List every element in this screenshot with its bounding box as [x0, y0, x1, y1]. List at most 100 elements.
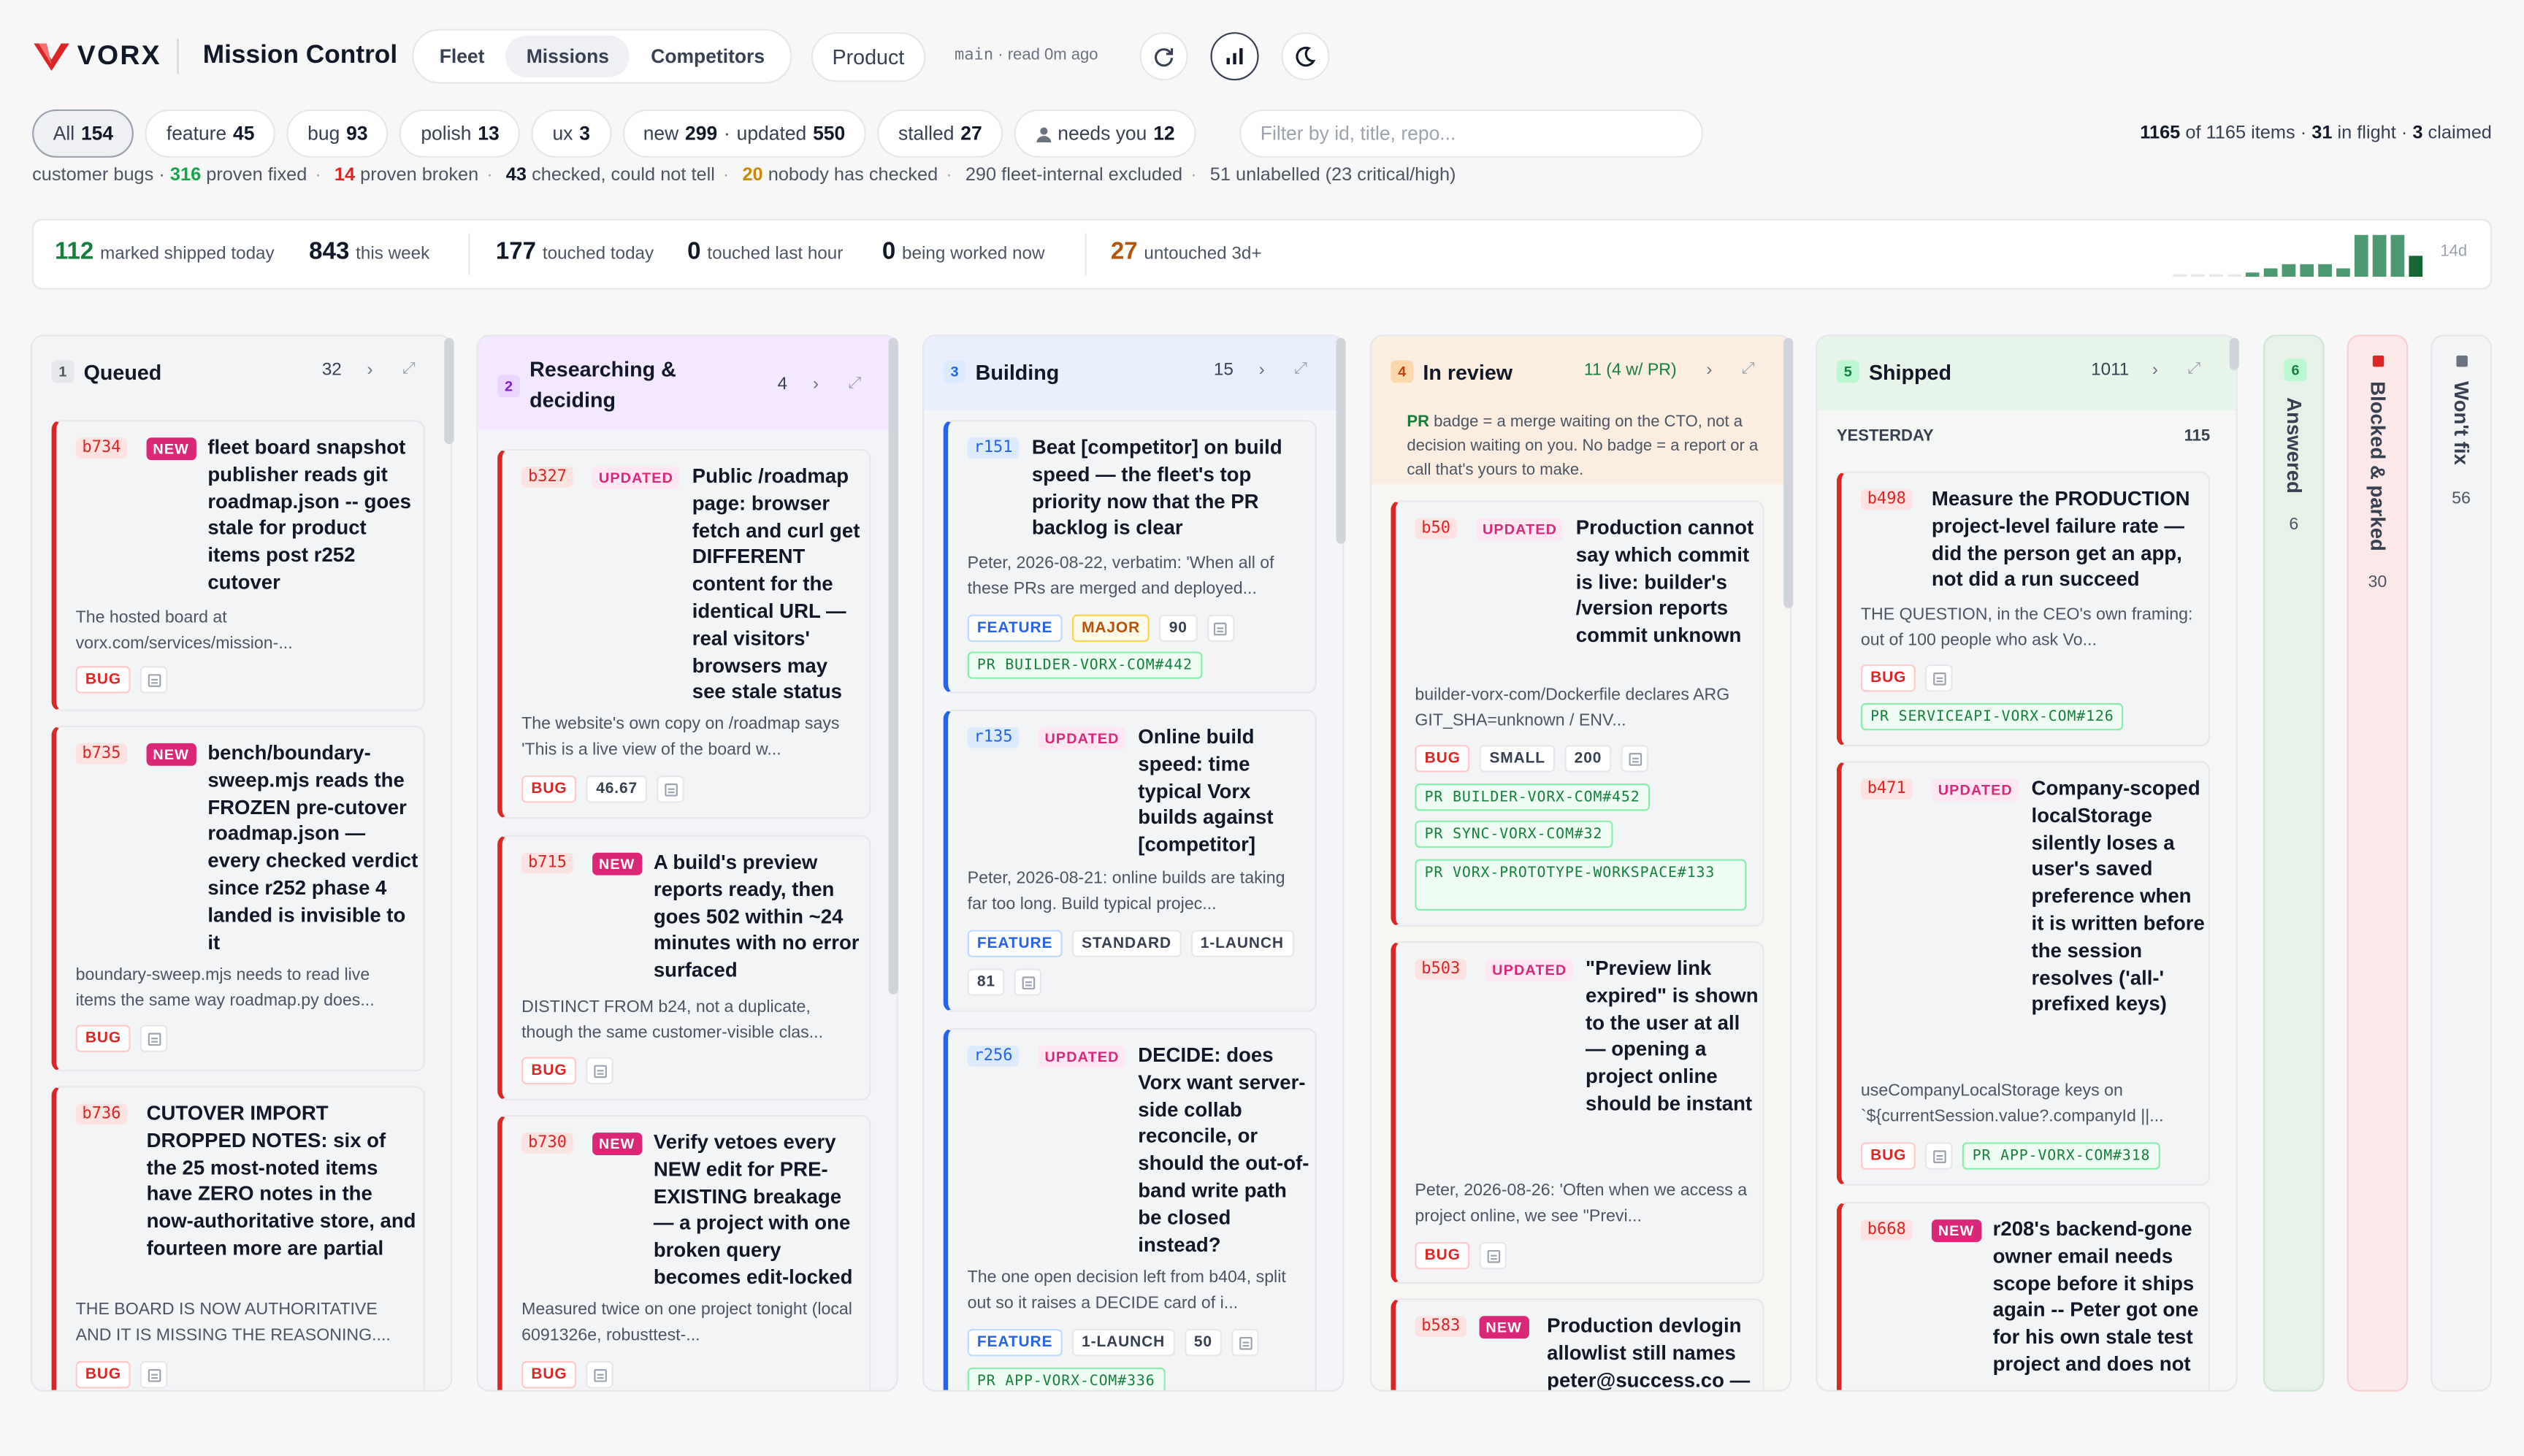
- chevron-right-icon[interactable]: ›: [1259, 361, 1265, 380]
- checked-count[interactable]: 43: [506, 166, 527, 185]
- column-scrollbar[interactable]: [1336, 337, 1346, 544]
- stat-value: 0: [882, 238, 896, 266]
- notes-icon[interactable]: [1014, 968, 1042, 996]
- column-header[interactable]: 5 Shipped 1011 › ⤢: [1817, 336, 2236, 410]
- proven-fixed-count[interactable]: 316: [170, 166, 201, 185]
- pr-badge[interactable]: PR BUILDER-VORX-COM#442: [967, 651, 1203, 679]
- notes-icon[interactable]: [140, 1024, 168, 1052]
- expand-icon[interactable]: ⤢: [2187, 361, 2200, 378]
- card-b668[interactable]: b668 NEW r208's backend-gone owner email…: [1836, 1201, 2211, 1390]
- chevron-right-icon[interactable]: ›: [1706, 361, 1712, 380]
- column-scrollbar[interactable]: [2229, 337, 2239, 370]
- column-scrollbar[interactable]: [1783, 337, 1794, 608]
- filter-all[interactable]: All 154: [32, 109, 134, 158]
- card-title: A build's preview reports ready, then go…: [653, 851, 860, 982]
- expand-icon[interactable]: ⤢: [1742, 361, 1755, 378]
- column-scrollbar[interactable]: [444, 337, 454, 445]
- shown-count: 1165: [2140, 123, 2181, 144]
- column-scrollbar[interactable]: [888, 337, 898, 995]
- unlabelled-label[interactable]: 51 unlabelled (23 critical/high): [1210, 166, 1456, 185]
- card-description: THE BOARD IS NOW AUTHORITATIVE AND IT IS…: [75, 1300, 391, 1345]
- chevron-right-icon[interactable]: ›: [2152, 361, 2158, 380]
- notes-icon[interactable]: [1621, 745, 1649, 773]
- product-selector-button[interactable]: Product: [811, 32, 925, 83]
- column-answered[interactable]: 6 Answered 6: [2263, 334, 2325, 1392]
- card-b735[interactable]: b735 NEW bench/boundary-sweep.mjs reads …: [51, 725, 425, 1072]
- card-b730[interactable]: b730 NEW Verify vetoes every NEW edit fo…: [497, 1114, 871, 1390]
- notes-icon[interactable]: [586, 1057, 614, 1085]
- card-b503[interactable]: b503 UPDATED "Preview link expired" is s…: [1391, 940, 1764, 1284]
- chevron-right-icon[interactable]: ›: [813, 375, 819, 394]
- card-r151[interactable]: r151 Beat [competitor] on build speed — …: [943, 420, 1317, 694]
- notes-icon[interactable]: [1925, 664, 1954, 692]
- expand-icon[interactable]: ⤢: [1294, 361, 1307, 378]
- filter-label: All: [53, 122, 75, 145]
- expand-icon[interactable]: ⤢: [849, 375, 862, 392]
- card-r256[interactable]: r256 UPDATED DECIDE: does Vorx want serv…: [943, 1027, 1317, 1390]
- theme-toggle-button[interactable]: [1281, 32, 1330, 81]
- filter-search-input[interactable]: [1239, 109, 1703, 158]
- column-header[interactable]: 3 Building 15 › ⤢: [924, 336, 1343, 410]
- pr-badge[interactable]: PR VORX-PROTOTYPE-WORKSPACE#133: [1415, 859, 1747, 911]
- card-b471[interactable]: b471 UPDATED Company-scoped localStorage…: [1836, 761, 2211, 1186]
- notes-icon[interactable]: [140, 666, 168, 694]
- filter-ux[interactable]: ux 3: [531, 109, 611, 158]
- card-id: b50: [1415, 518, 1457, 540]
- card-r135[interactable]: r135 UPDATED Online build speed: time ty…: [943, 709, 1317, 1012]
- card-b736[interactable]: b736 CUTOVER IMPORT DROPPED NOTES: six o…: [51, 1086, 425, 1390]
- pr-badge[interactable]: PR APP-VORX-COM#336: [967, 1367, 1165, 1390]
- column-blocked-parked[interactable]: Blocked & parked 30: [2347, 334, 2409, 1392]
- column-header[interactable]: 4 In review 11 (4 w/ PR) › ⤢ PR badge = …: [1371, 336, 1790, 485]
- filter-polish[interactable]: polish 13: [399, 109, 521, 158]
- filter-feature[interactable]: feature 45: [145, 109, 276, 158]
- card-title: bench/boundary-sweep.mjs reads the FROZE…: [207, 741, 418, 954]
- pr-badge[interactable]: PR SERVICEAPI-VORX-COM#126: [1860, 702, 2124, 731]
- tab-competitors[interactable]: Competitors: [630, 35, 786, 77]
- filter-chips: All 154 feature 45 bug 93 polish 13 ux 3 new 2…: [32, 109, 1196, 158]
- proven-broken-count[interactable]: 14: [334, 166, 355, 185]
- notes-icon[interactable]: [586, 1361, 614, 1389]
- tag-score: 46.67: [586, 775, 648, 803]
- card-b50[interactable]: b50 UPDATED Production cannot say which …: [1391, 500, 1764, 927]
- card-tags: FEATURE 1-LAUNCH 50: [967, 1328, 1259, 1357]
- card-b327[interactable]: b327 UPDATED Public /roadmap page: brows…: [497, 448, 871, 819]
- column-shipped: 5 Shipped 1011 › ⤢ YESTERDAY 115 b498 Mea…: [1816, 334, 2238, 1392]
- filter-bug[interactable]: bug 93: [286, 109, 389, 158]
- tag-size: MAJOR: [1071, 614, 1150, 643]
- notes-icon[interactable]: [1925, 1142, 1954, 1170]
- stat-untouched[interactable]: 27 untouched 3d+: [1111, 238, 1262, 265]
- filter-needs-you[interactable]: needs you 12: [1014, 109, 1196, 158]
- card-b734[interactable]: b734 NEW fleet board snapshot publisher …: [51, 420, 425, 711]
- card-b715[interactable]: b715 NEW A build's preview reports ready…: [497, 835, 871, 1101]
- filter-new-updated[interactable]: new 299 · updated 550: [622, 109, 866, 158]
- stat-touched-hour: 0 touched last hour: [687, 238, 843, 265]
- pr-badge[interactable]: PR BUILDER-VORX-COM#452: [1415, 783, 1650, 811]
- filter-label: polish: [421, 122, 472, 145]
- tab-missions[interactable]: Missions: [505, 35, 630, 77]
- nobody-checked-count[interactable]: 20: [742, 166, 762, 185]
- refresh-button[interactable]: [1139, 32, 1188, 81]
- expand-icon[interactable]: ⤢: [402, 361, 416, 378]
- notes-icon[interactable]: [657, 775, 684, 803]
- column-wont-fix[interactable]: Won't fix 56: [2431, 334, 2492, 1392]
- pr-badge[interactable]: PR APP-VORX-COM#318: [1962, 1142, 2160, 1170]
- column-header[interactable]: 1 Queued 32 › ⤢: [32, 336, 451, 410]
- card-tags: FEATURE STANDARD 1-LAUNCH: [967, 930, 1294, 957]
- chevron-right-icon[interactable]: ›: [367, 361, 373, 380]
- card-b498[interactable]: b498 Measure the PRODUCTION project-leve…: [1836, 471, 2211, 747]
- notes-icon[interactable]: [1231, 1328, 1259, 1357]
- pr-badge[interactable]: PR SYNC-VORX-COM#32: [1415, 820, 1613, 848]
- notes-icon[interactable]: [1480, 1241, 1507, 1270]
- filter-stalled[interactable]: stalled 27: [877, 109, 1003, 158]
- card-b583[interactable]: b583 NEW Production devlogin allowlist s…: [1391, 1298, 1764, 1390]
- tag-score: 81: [967, 968, 1006, 996]
- notes-icon[interactable]: [140, 1361, 168, 1389]
- brand-logo[interactable]: VORX: [32, 39, 161, 74]
- wontfix-status-icon: [2456, 355, 2468, 367]
- column-header[interactable]: 2 Researching & deciding 4 › ⤢: [478, 336, 897, 430]
- column-title: Queued: [83, 360, 162, 385]
- tag-milestone: 1-LAUNCH: [1190, 930, 1294, 957]
- stats-toggle-button[interactable]: [1210, 32, 1259, 81]
- tab-fleet[interactable]: Fleet: [418, 35, 505, 77]
- notes-icon[interactable]: [1206, 614, 1234, 643]
